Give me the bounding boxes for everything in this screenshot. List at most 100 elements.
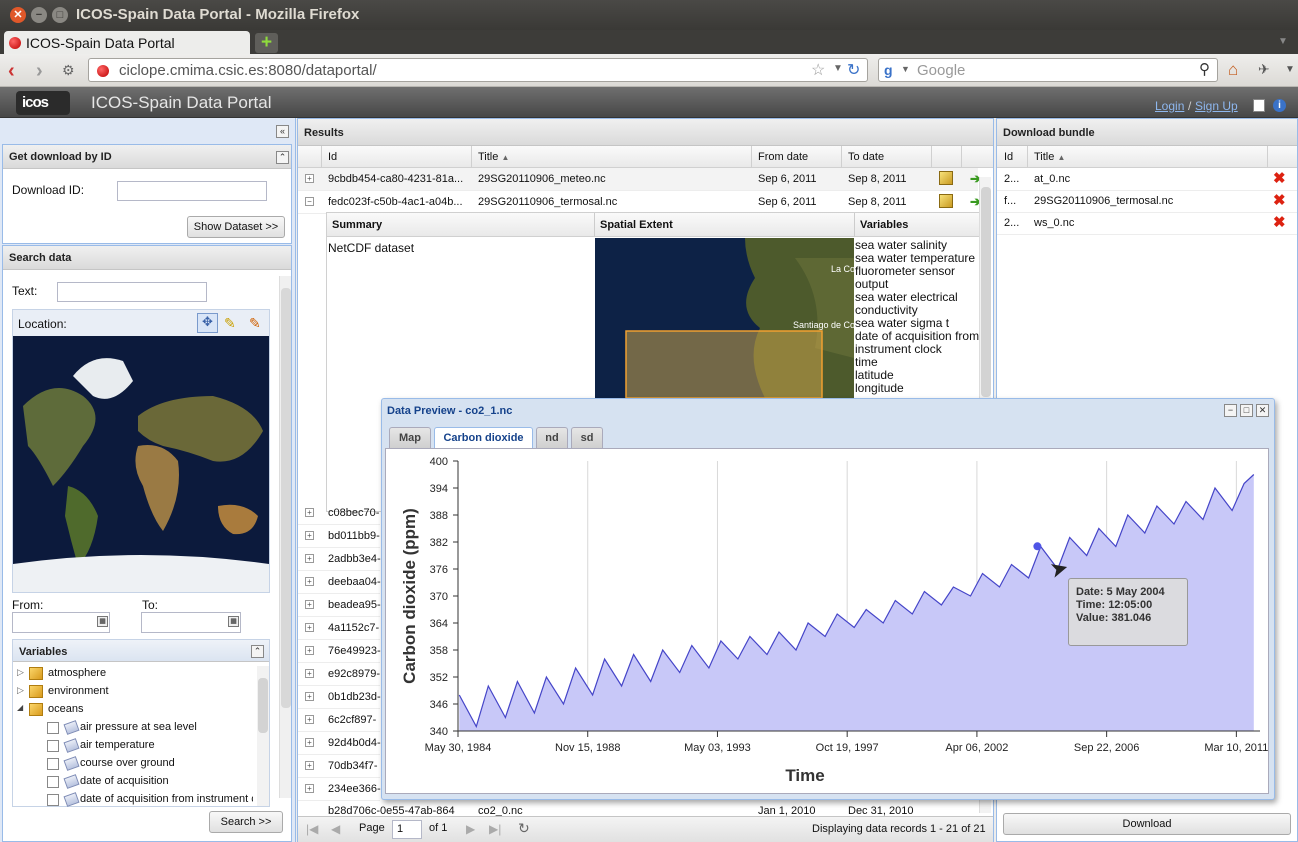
expand-environment-icon[interactable]: ▷ — [17, 685, 24, 696]
expand-row-icon[interactable]: + — [305, 623, 314, 632]
bundle-col-id[interactable]: Id — [1004, 151, 1013, 163]
table-row[interactable]: + bd011bb9- — [298, 525, 380, 548]
expand-row-icon[interactable]: + — [305, 784, 314, 793]
tree-leaf[interactable]: date of acquisition — [47, 774, 253, 792]
minimize-window-icon[interactable]: − — [31, 7, 47, 23]
info-icon[interactable]: i — [1273, 99, 1286, 112]
addon-icon[interactable]: ✈ — [1258, 61, 1270, 78]
variable-checkbox[interactable] — [47, 722, 59, 734]
variable-checkbox[interactable] — [47, 758, 59, 770]
table-row[interactable]: + deebaa04- — [298, 571, 381, 594]
expand-row-icon[interactable]: + — [305, 531, 314, 540]
table-row[interactable]: +2adbb3e4- — [298, 548, 381, 571]
chart-preview-icon[interactable] — [939, 194, 953, 208]
col-id[interactable]: Id — [328, 151, 337, 163]
to-date-input[interactable]: ▦ — [141, 612, 241, 633]
search-scrollbar[interactable] — [279, 276, 291, 798]
expand-atmosphere-icon[interactable]: ▷ — [17, 667, 24, 678]
to-calendar-icon[interactable]: ▦ — [228, 616, 239, 627]
refresh-icon[interactable]: ↻ — [518, 820, 530, 837]
new-tab-icon[interactable]: + — [255, 33, 278, 53]
tree-leaf[interactable]: course over ground — [47, 756, 253, 774]
show-dataset-button[interactable]: Show Dataset >> — [187, 216, 285, 238]
tab-carbon-dioxide[interactable]: Carbon dioxide — [434, 427, 533, 449]
collapse-oceans-icon[interactable]: ◢ — [17, 703, 23, 712]
expand-row-icon[interactable]: + — [305, 174, 314, 183]
expand-row-icon[interactable]: + — [305, 554, 314, 563]
page-number-input[interactable]: 1 — [392, 820, 422, 839]
draw-box-icon[interactable]: ✎ — [224, 315, 236, 332]
table-row[interactable]: − fedc023f-c50b-4ac1-a04b... 29SG20110906_… — [298, 191, 981, 214]
remove-from-bundle-icon[interactable]: ✖ — [1273, 213, 1286, 231]
forward-icon[interactable]: › — [36, 60, 43, 83]
expand-row-icon[interactable]: + — [305, 669, 314, 678]
back-icon[interactable]: ‹ — [8, 60, 15, 83]
bundle-col-title[interactable]: Title ▲ — [1034, 151, 1065, 163]
tree-leaf[interactable]: date of acquisition from instrument c — [47, 792, 253, 810]
home-icon[interactable]: ⌂ — [1228, 60, 1238, 80]
table-row[interactable]: +70db34f7- — [298, 755, 380, 778]
notes-icon[interactable] — [1253, 99, 1265, 112]
tab-map[interactable]: Map — [389, 427, 431, 448]
search-engine-dropdown-icon[interactable]: ▼ — [901, 64, 910, 74]
maximize-preview-icon[interactable]: □ — [1240, 404, 1253, 417]
expand-row-icon[interactable]: + — [305, 508, 314, 517]
from-calendar-icon[interactable]: ▦ — [97, 616, 108, 627]
tree-leaf[interactable]: air temperature — [47, 738, 253, 756]
pan-tool-icon[interactable]: ✥ — [197, 313, 218, 333]
expand-row-icon[interactable]: + — [305, 577, 314, 586]
download-id-input[interactable] — [117, 181, 267, 201]
bundle-row[interactable]: 2... ws_0.nc ✖ — [997, 212, 1297, 235]
table-row[interactable]: + beadea95- — [298, 594, 381, 617]
close-window-icon[interactable]: ✕ — [10, 7, 26, 23]
table-row[interactable]: + c08bec70- — [298, 502, 380, 525]
collapse-variables-icon[interactable]: ⌃ — [251, 645, 264, 658]
expand-row-icon[interactable]: + — [305, 715, 314, 724]
minimize-preview-icon[interactable]: − — [1224, 404, 1237, 417]
col-to-date[interactable]: To date — [848, 151, 884, 163]
maximize-window-icon[interactable]: □ — [52, 7, 68, 23]
close-preview-icon[interactable]: ✕ — [1256, 404, 1269, 417]
expand-row-icon[interactable]: + — [305, 692, 314, 701]
chart-preview-icon[interactable] — [939, 171, 953, 185]
table-row[interactable]: +9cbdb454-ca80-4231-81a... 29SG20110906_m… — [298, 168, 981, 191]
table-row[interactable]: +76e49923- — [298, 640, 381, 663]
text-search-input[interactable] — [57, 282, 207, 302]
download-button[interactable]: Download — [1003, 813, 1291, 835]
table-row[interactable]: +0b1db23d- — [298, 686, 381, 709]
browser-tab[interactable]: ICOS-Spain Data Portal — [4, 31, 250, 55]
tab-list-icon[interactable]: ▼ — [1278, 36, 1288, 47]
toolbar-overflow-icon[interactable]: ▼ — [1285, 64, 1295, 75]
expand-row-icon[interactable]: − — [305, 197, 314, 206]
search-bar[interactable]: g ▼ Google ⚲ — [878, 58, 1218, 82]
draw-polygon-icon[interactable]: ✎ — [249, 315, 261, 332]
table-row[interactable]: +234ee366- — [298, 778, 381, 801]
reload-icon[interactable]: ↻ — [847, 60, 860, 80]
variable-checkbox[interactable] — [47, 794, 59, 806]
tab-sd[interactable]: sd — [571, 427, 603, 448]
table-row[interactable]: +92d4b0d4- — [298, 732, 381, 755]
history-icon[interactable]: ⚙ — [62, 62, 75, 79]
spatial-extent-map[interactable]: La Co Santiago de Co — [595, 238, 854, 398]
search-button[interactable]: Search >> — [209, 811, 283, 833]
tab-nd[interactable]: nd — [536, 427, 568, 448]
variables-scrollbar[interactable] — [257, 666, 269, 806]
url-dropdown-icon[interactable]: ▼ — [833, 63, 843, 74]
remove-from-bundle-icon[interactable]: ✖ — [1273, 169, 1286, 187]
variable-checkbox[interactable] — [47, 776, 59, 788]
first-page-icon[interactable]: |◀ — [306, 822, 318, 836]
collapse-download-panel-icon[interactable]: ⌃ — [276, 151, 289, 164]
login-link[interactable]: Login — [1155, 99, 1184, 113]
expand-row-icon[interactable]: + — [305, 646, 314, 655]
last-page-icon[interactable]: ▶| — [489, 822, 501, 836]
table-row[interactable]: + e92c8979- — [298, 663, 380, 686]
url-bar[interactable]: ciclope.cmima.csic.es:8080/dataportal/ ☆… — [88, 58, 868, 82]
remove-from-bundle-icon[interactable]: ✖ — [1273, 191, 1286, 209]
table-row[interactable]: +6c2cf897- — [298, 709, 380, 732]
expand-row-icon[interactable]: + — [305, 761, 314, 770]
table-row[interactable]: +4a1152c7- — [298, 617, 380, 640]
expand-row-icon[interactable]: + — [305, 738, 314, 747]
bundle-row[interactable]: 2... at_0.nc ✖ — [997, 168, 1297, 191]
next-page-icon[interactable]: ▶ — [466, 822, 475, 836]
collapse-left-panel-icon[interactable]: « — [276, 125, 289, 138]
